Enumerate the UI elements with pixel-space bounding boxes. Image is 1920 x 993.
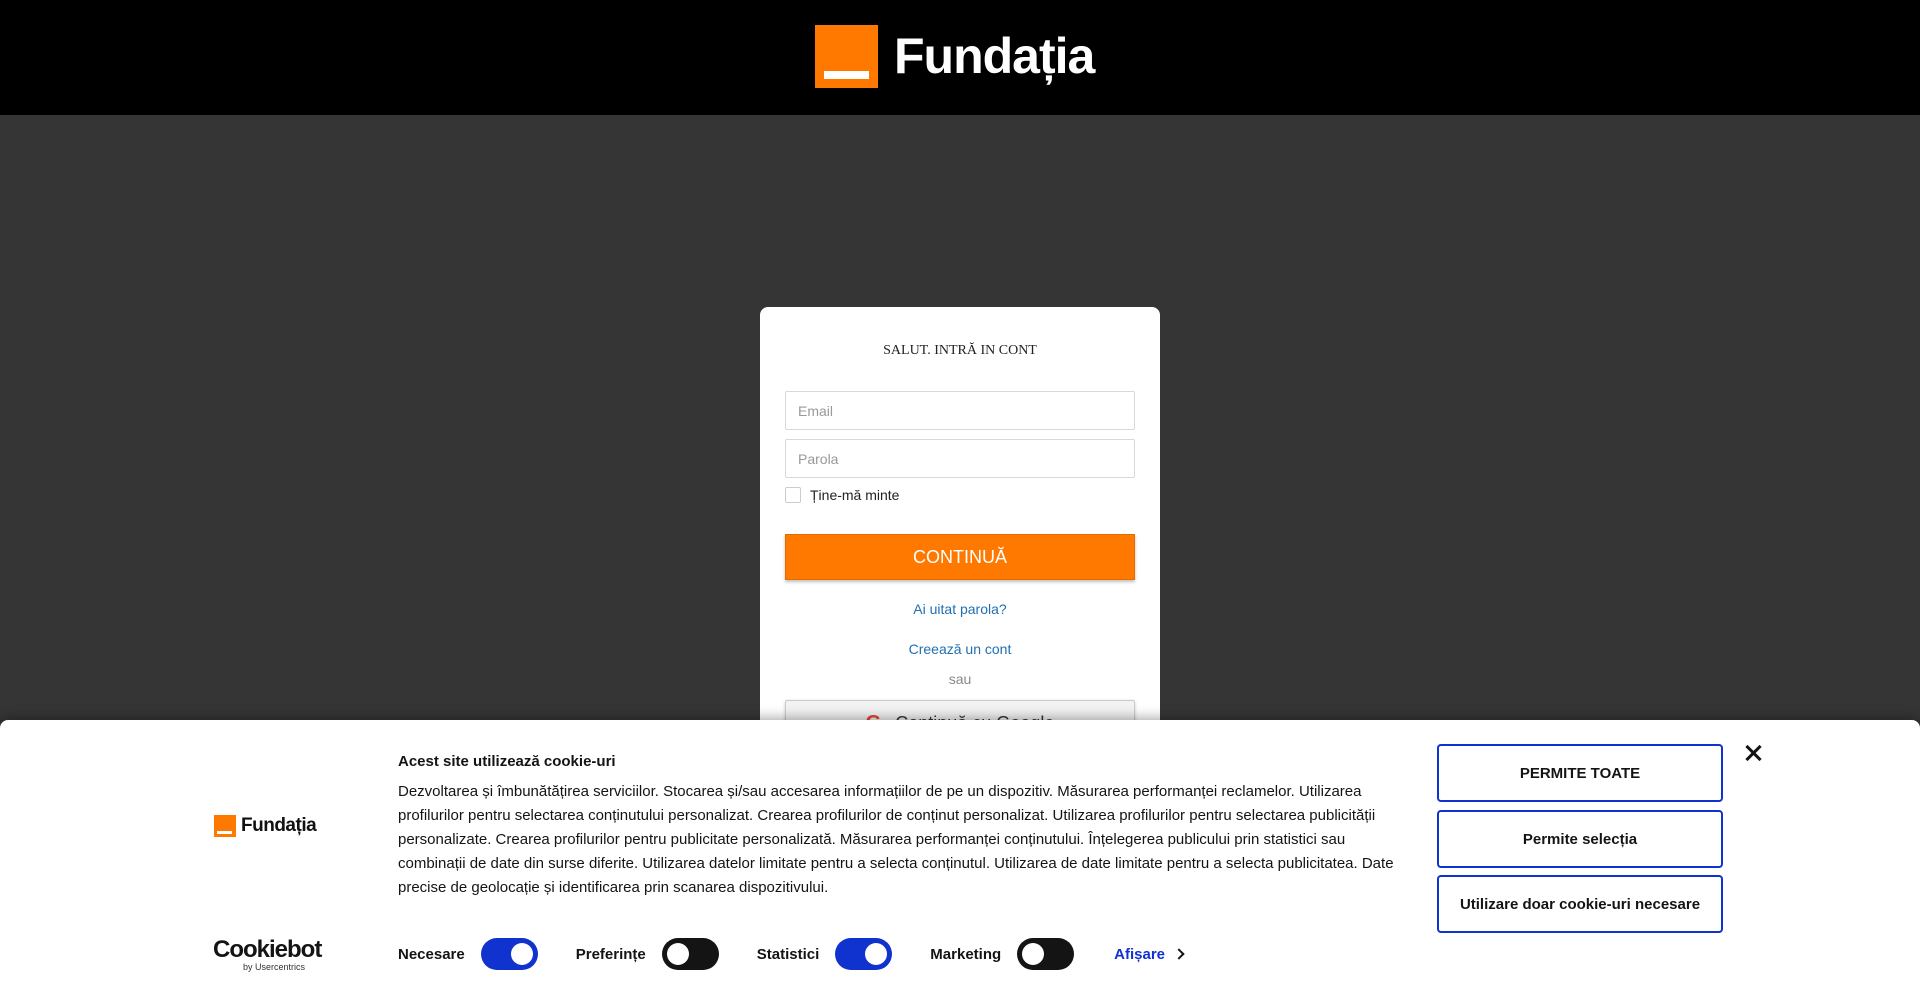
cookie-banner-text: Dezvoltarea și îmbunătățirea serviciilor…	[398, 783, 1394, 896]
show-details-label: Afișare	[1114, 945, 1166, 963]
cookie-logo-mark	[214, 815, 236, 837]
switch-knob	[666, 943, 689, 965]
brand-logo[interactable]: Fundația	[815, 25, 1095, 88]
cookiebot-name: Cookiebot	[213, 936, 322, 963]
preferences-switch[interactable]	[661, 938, 719, 970]
toggle-statistics: Statistici	[757, 938, 893, 970]
toggle-preferences: Preferințe	[576, 938, 719, 970]
continue-button[interactable]: CONTINUĂ	[785, 534, 1135, 580]
toggle-label: Preferințe	[575, 945, 646, 963]
login-title: SALUT. INTRĂ IN CONT	[883, 343, 1037, 358]
login-card: SALUT. INTRĂ IN CONT Ține-mă minte CONTI…	[760, 307, 1160, 746]
necessary-switch[interactable]	[480, 938, 538, 970]
cookie-category-toggles: Necesare Preferințe Statistici Marketing…	[398, 938, 1185, 970]
toggle-necessary: Necesare	[398, 938, 538, 970]
allow-selection-button[interactable]: Permite selecția	[1437, 810, 1723, 868]
remember-me-checkbox[interactable]	[785, 487, 801, 503]
cookie-banner-logo: Fundația	[214, 815, 317, 837]
top-header: Fundația	[0, 0, 1920, 115]
toggle-label: Statistici	[756, 945, 820, 963]
brand-name: Fundația	[894, 28, 1095, 84]
cookie-banner: Fundația Cookiebot by Usercentrics Acest…	[0, 720, 1920, 993]
remember-me[interactable]: Ține-mă minte	[785, 487, 899, 503]
necessary-only-button[interactable]: Utilizare doar cookie-uri necesare	[1437, 875, 1723, 933]
toggle-label: Marketing	[930, 945, 1002, 963]
cookie-banner-title: Acest site utilizează cookie-uri	[398, 753, 616, 770]
switch-knob	[865, 943, 888, 965]
cookie-logo-text: Fundația	[241, 815, 317, 836]
statistics-switch[interactable]	[835, 938, 893, 970]
toggle-label: Necesare	[398, 945, 465, 963]
cookiebot-byline: by Usercentrics	[243, 962, 306, 972]
email-field[interactable]	[785, 391, 1135, 430]
show-details-link[interactable]: Afișare	[1114, 945, 1185, 963]
or-divider: sau	[948, 671, 972, 687]
forgot-password-link[interactable]: Ai uitat parola?	[760, 601, 1160, 617]
remember-me-label: Ține-mă minte	[810, 487, 900, 503]
switch-knob	[510, 943, 533, 965]
marketing-switch[interactable]	[1017, 938, 1075, 970]
create-account-link[interactable]: Creează un cont	[760, 641, 1160, 657]
toggle-marketing: Marketing	[930, 938, 1075, 970]
close-icon[interactable]	[1741, 741, 1765, 765]
switch-knob	[1022, 943, 1045, 965]
chevron-right-icon	[1173, 948, 1185, 960]
cookiebot-logo[interactable]: Cookiebot by Usercentrics	[213, 936, 322, 973]
password-field[interactable]	[785, 439, 1135, 478]
brand-logo-mark	[815, 25, 878, 88]
allow-all-button[interactable]: PERMITE TOATE	[1437, 744, 1723, 802]
